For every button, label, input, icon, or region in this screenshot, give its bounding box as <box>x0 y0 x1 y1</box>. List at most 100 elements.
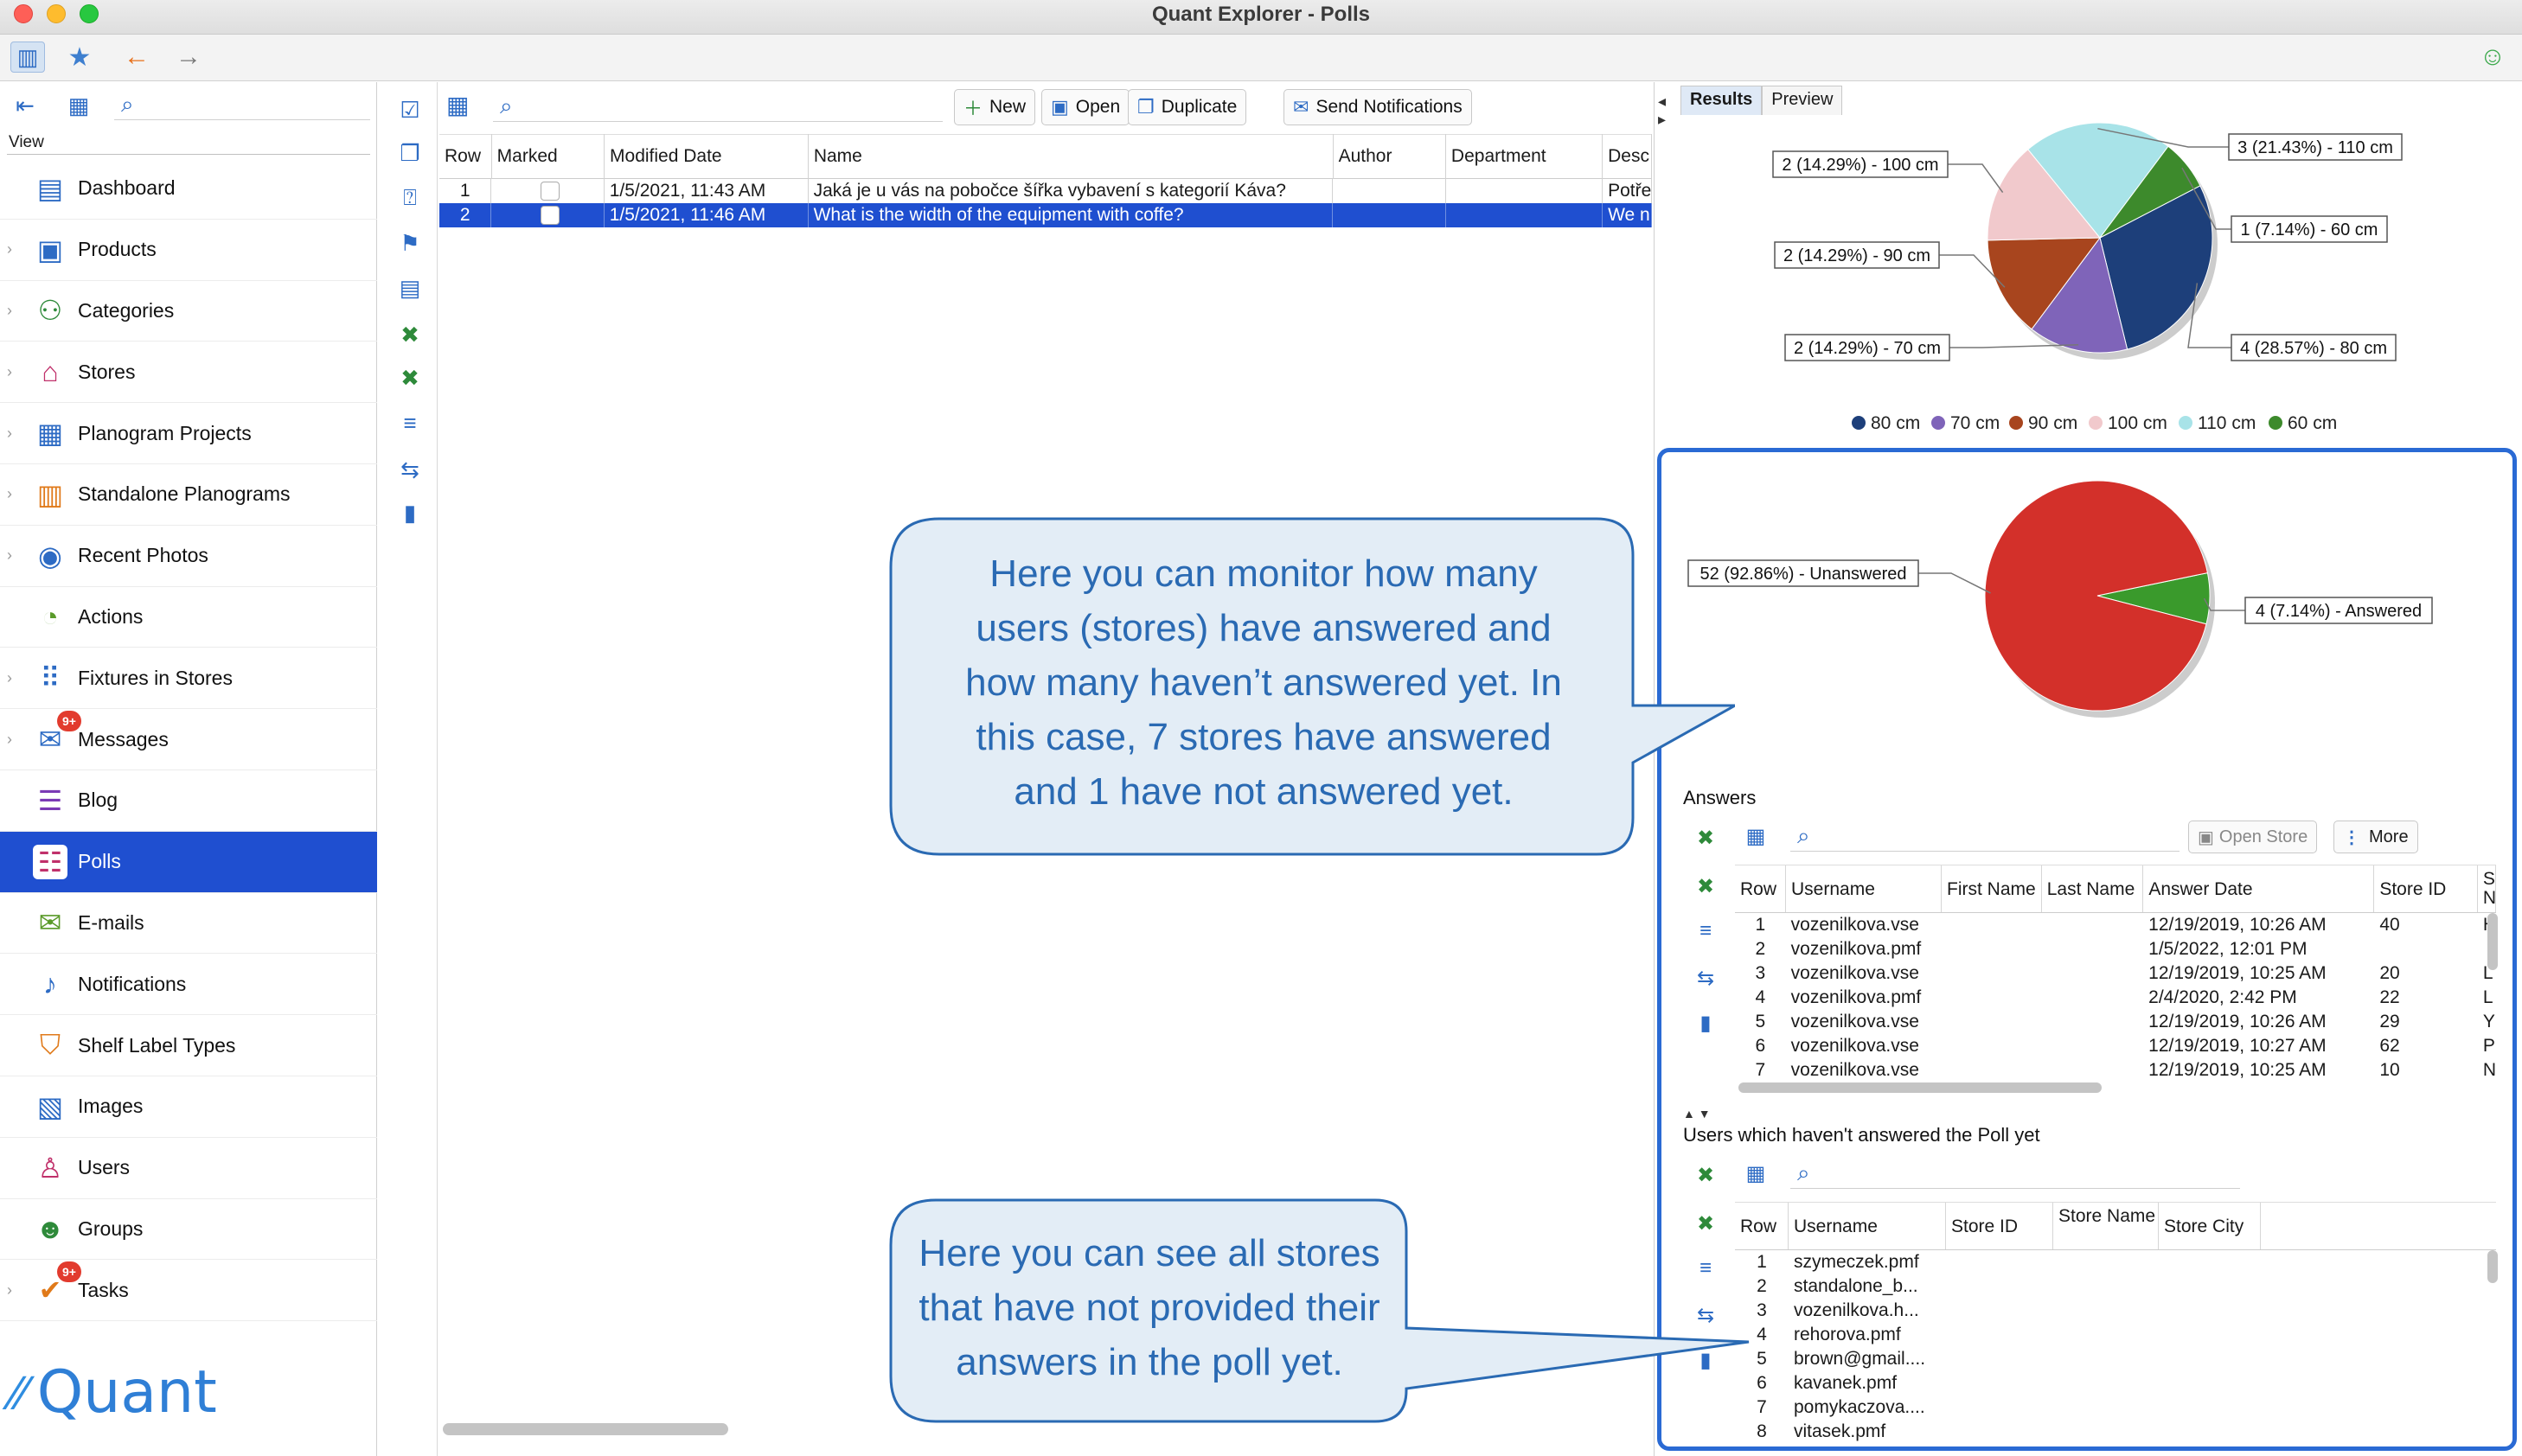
table-row[interactable]: 2 vozenilkova.pmf 1/5/2022, 12:01 PM <box>1735 937 2496 961</box>
sidebar-item-planogram-projects[interactable]: › ▦ Planogram Projects <box>0 403 377 464</box>
sidebar-item-users[interactable]: ♙ Users <box>0 1138 377 1199</box>
column-header[interactable]: First Name <box>1942 865 2042 912</box>
column-header[interactable]: S N <box>2478 865 2496 912</box>
sidebar-item-notifications[interactable]: ♪ Notifications <box>0 954 377 1016</box>
chevron-right-icon[interactable]: › <box>7 363 12 381</box>
column-header[interactable]: Store Name <box>2053 1203 2159 1249</box>
excel-import-icon[interactable]: ✖ <box>1688 869 1723 904</box>
sidebar-item-e-mails[interactable]: ✉ E-mails <box>0 893 377 955</box>
excel-import-icon[interactable]: ✖ <box>393 361 427 395</box>
poll-help-icon[interactable]: ⍰ <box>393 181 427 215</box>
document-icon[interactable]: ▤ <box>393 271 427 305</box>
chevron-right-icon[interactable]: › <box>7 1281 12 1300</box>
table-row[interactable]: 7 vozenilkova.vse 12/19/2019, 10:25 AM 10 N <box>1735 1058 2496 1082</box>
new-button[interactable]: ＋ New <box>954 89 1036 125</box>
column-header[interactable]: Username <box>1786 865 1942 912</box>
column-header[interactable]: Store ID <box>1946 1203 2053 1249</box>
answers-search-input[interactable]: ⌕ <box>1790 821 2180 852</box>
column-header[interactable]: Last Name <box>2042 865 2144 912</box>
sidebar-item-tasks[interactable]: › ✔ 9+ Tasks <box>0 1260 377 1322</box>
marked-cell[interactable] <box>491 179 605 203</box>
flag-icon[interactable]: ⚑ <box>393 226 427 260</box>
sidebar-item-categories[interactable]: › ⚇ Categories <box>0 281 377 342</box>
smiley-icon[interactable]: ☺ <box>2475 42 2510 73</box>
excel-export-icon[interactable]: ✖ <box>393 317 427 352</box>
star-icon[interactable]: ★ <box>62 42 97 73</box>
table-row[interactable]: 5 brown@gmail.... <box>1735 1347 2496 1371</box>
chevron-right-icon[interactable]: › <box>7 302 12 320</box>
column-header[interactable]: Store City <box>2159 1203 2261 1249</box>
column-header[interactable]: Answer Date <box>2143 865 2375 912</box>
chevron-right-icon[interactable]: › <box>7 731 12 749</box>
sidebar-item-messages[interactable]: › ✉ 9+ Messages <box>0 709 377 770</box>
table-row[interactable]: 2 1/5/2021, 11:46 AM What is the width of … <box>439 203 1653 227</box>
column-header[interactable]: Row <box>439 134 492 179</box>
collapse-tree-icon[interactable]: ⇤ <box>10 91 40 120</box>
table-row[interactable]: 4 vozenilkova.pmf 2/4/2020, 2:42 PM 22 L <box>1735 986 2496 1010</box>
table-row[interactable]: 1 1/5/2021, 11:43 AM Jaká je u vás na pobo… <box>439 179 1653 203</box>
chevron-right-icon[interactable]: › <box>7 485 12 503</box>
sidebar-item-polls[interactable]: ☷ Polls <box>0 831 377 893</box>
excel-export-icon[interactable]: ✖ <box>1688 1158 1723 1192</box>
sidebar-item-groups[interactable]: ☻ Groups <box>0 1199 377 1261</box>
polls-search-input[interactable]: ⌕ <box>493 91 943 122</box>
table-row[interactable]: 8 vitasek.pmf <box>1735 1420 2496 1444</box>
sidebar-item-actions[interactable]: ◔ Actions <box>0 587 377 648</box>
sidebar-item-shelf-label-types[interactable]: ⛉ Shelf Label Types <box>0 1015 377 1076</box>
table-row[interactable]: 6 vozenilkova.vse 12/19/2019, 10:27 AM 62 P <box>1735 1034 2496 1058</box>
table-settings-icon[interactable]: ▦ <box>1738 819 1773 853</box>
marked-cell[interactable] <box>491 203 605 227</box>
sidebar-item-standalone-planograms[interactable]: › ▥ Standalone Planograms <box>0 464 377 526</box>
bar-chart-icon[interactable]: ▮ <box>393 495 427 530</box>
column-header[interactable]: Desc <box>1603 134 1653 179</box>
chevron-right-icon[interactable]: › <box>7 240 12 259</box>
open-button[interactable]: ▣ Open <box>1041 89 1130 125</box>
sidebar-item-products[interactable]: › ▣ Products <box>0 220 377 281</box>
answers-vertical-scrollbar[interactable] <box>2487 913 2498 970</box>
table-settings-icon[interactable]: ▦ <box>64 91 93 120</box>
unanswered-search-input[interactable]: ⌕ <box>1790 1158 2240 1189</box>
sidebar-search-input[interactable]: ⌕ <box>114 89 370 120</box>
column-header[interactable]: Author <box>1334 134 1446 179</box>
table-row[interactable]: 1 szymeczek.pmf <box>1735 1250 2496 1274</box>
pivot-table-icon[interactable]: ⇆ <box>1688 961 1723 995</box>
horizontal-scrollbar[interactable] <box>443 1423 728 1435</box>
csv-export-icon[interactable]: ≡ <box>393 406 427 440</box>
marked-checkbox[interactable] <box>541 182 560 201</box>
bar-chart-icon[interactable]: ▮ <box>1688 1006 1723 1040</box>
column-header[interactable]: Row <box>1735 865 1786 912</box>
sidebar-item-recent-photos[interactable]: › ◉ Recent Photos <box>0 526 377 587</box>
table-row[interactable]: 3 vozenilkova.vse 12/19/2019, 10:25 AM 20 L <box>1735 961 2496 986</box>
column-header[interactable]: Name <box>809 134 1334 179</box>
chevron-right-icon[interactable]: › <box>7 546 12 565</box>
table-row[interactable]: 7 pomykaczova.... <box>1735 1395 2496 1420</box>
answers-horizontal-scrollbar[interactable] <box>1738 1082 2102 1093</box>
table-row[interactable]: 1vozenilkova.vse12/19/2019, 10:26 AM40H <box>1735 913 2496 937</box>
csv-export-icon[interactable]: ≡ <box>1688 914 1723 948</box>
copy-icon[interactable]: ❐ <box>393 136 427 170</box>
table-row[interactable]: 4 rehorova.pmf <box>1735 1323 2496 1347</box>
column-header[interactable]: Modified Date <box>605 134 809 179</box>
sidebar-toggle-icon[interactable]: ▥ <box>10 42 45 73</box>
tab-results[interactable]: Results <box>1680 86 1763 115</box>
chevron-right-icon[interactable]: › <box>7 425 12 443</box>
tab-preview[interactable]: Preview <box>1762 86 1843 115</box>
sidebar-item-blog[interactable]: ☰ Blog <box>0 770 377 832</box>
pivot-table-icon[interactable]: ⇆ <box>393 452 427 487</box>
open-store-button[interactable]: ▣ Open Store <box>2188 821 2318 853</box>
table-settings-icon[interactable]: ▦ <box>1738 1156 1773 1191</box>
more-button[interactable]: ⋮ More <box>2333 821 2418 853</box>
marked-checkbox[interactable] <box>541 206 560 225</box>
sidebar-item-stores[interactable]: › ⌂ Stores <box>0 342 377 404</box>
splitter-arrows-icon[interactable]: ▲ ▼ <box>1683 1107 1711 1121</box>
table-row[interactable]: 5 vozenilkova.vse 12/19/2019, 10:26 AM 29 Y <box>1735 1010 2496 1034</box>
column-header[interactable]: Username <box>1789 1203 1946 1249</box>
unanswered-vertical-scrollbar[interactable] <box>2487 1250 2498 1283</box>
check-list-icon[interactable]: ☑ <box>393 93 427 127</box>
sidebar-item-images[interactable]: ▧ Images <box>0 1076 377 1138</box>
table-row[interactable]: 2 standalone_b... <box>1735 1274 2496 1299</box>
table-row[interactable]: 3 vozenilkova.h... <box>1735 1299 2496 1323</box>
table-row[interactable]: 6 kavanek.pmf <box>1735 1371 2496 1395</box>
chevron-right-icon[interactable]: › <box>7 669 12 687</box>
table-settings-icon[interactable]: ▦ <box>446 91 469 119</box>
